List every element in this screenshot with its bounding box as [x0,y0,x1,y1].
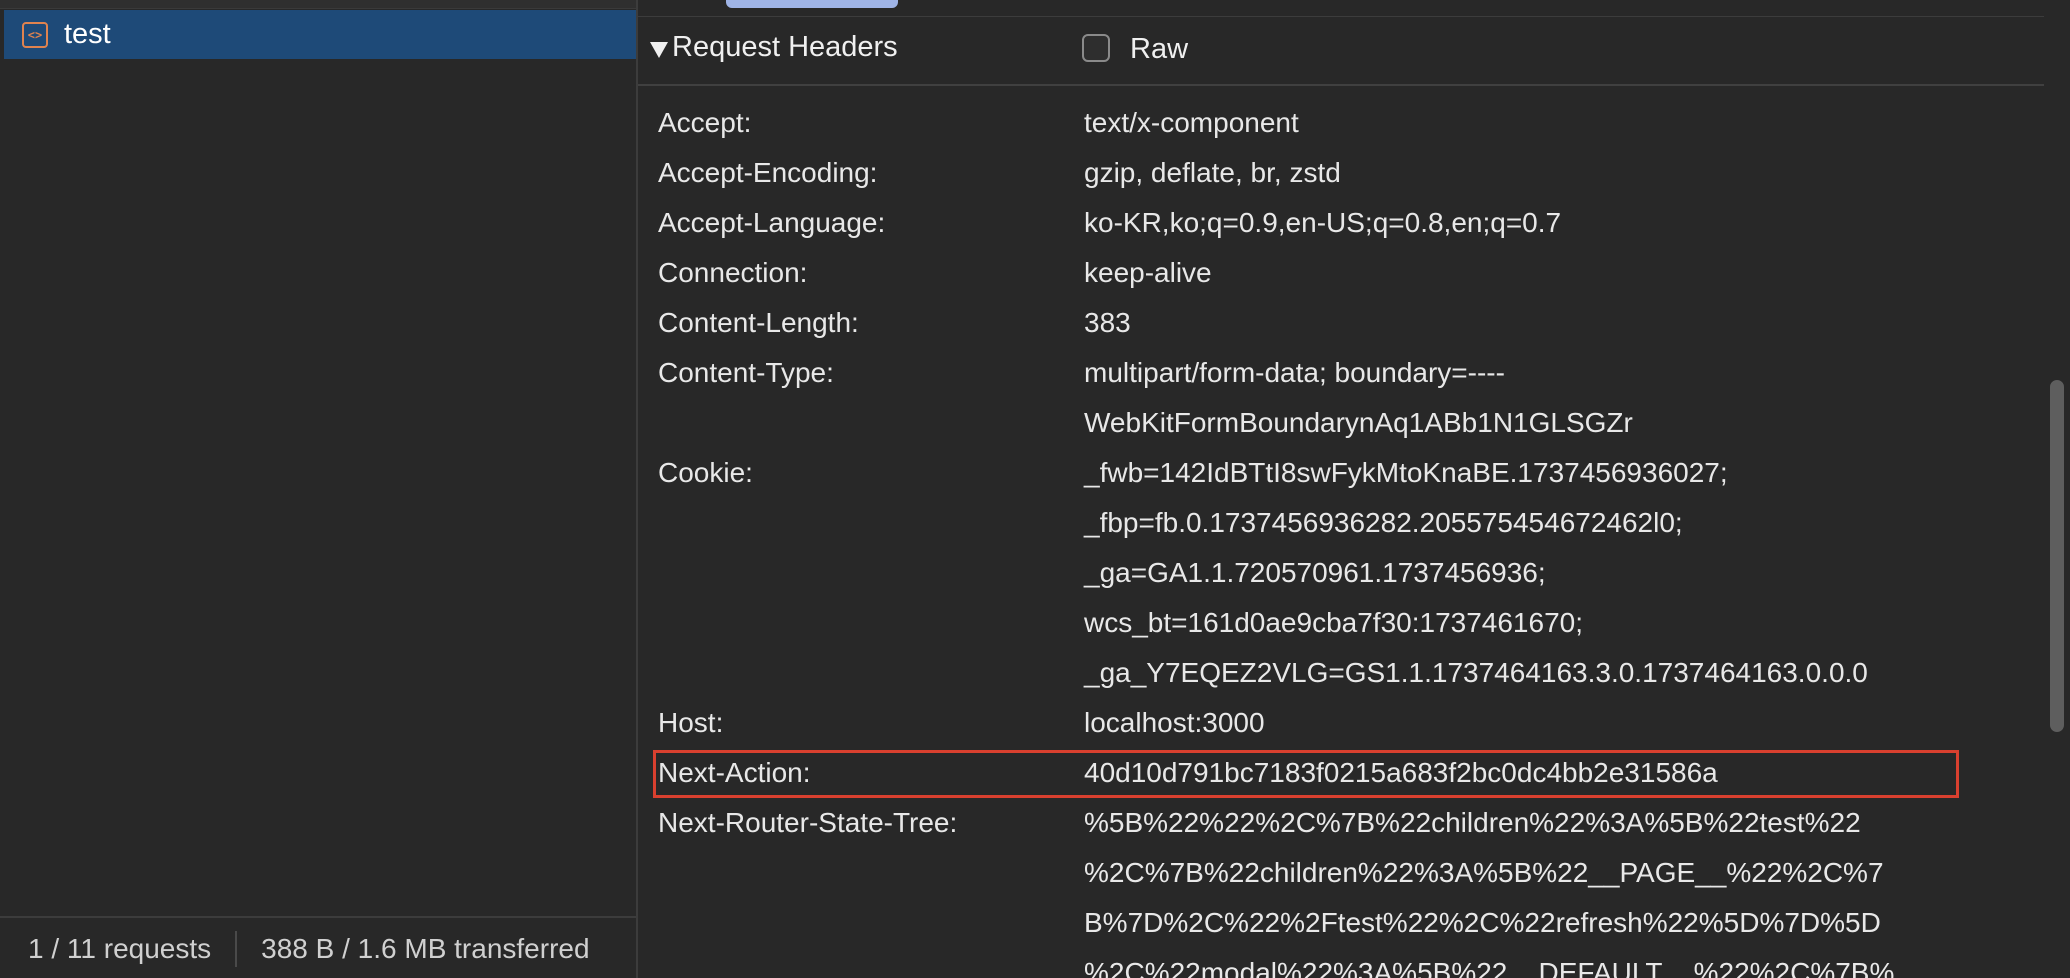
header-row: Content-Length: 383 [638,298,2044,348]
header-row: Host: localhost:3000 [638,698,2044,748]
header-value: text/x-component [1084,98,2044,148]
header-value-line: _ga_Y7EQEZ2VLG=GS1.1.1737464163.3.0.1737… [1084,657,1868,688]
header-name: Cookie: [658,457,753,488]
header-value-line: _fwb=142IdBTtI8swFykMtoKnaBE.17374569360… [1084,457,1728,488]
details-top-divider [638,16,2044,17]
header-row: Cookie: _fwb=142IdBTtI8swFykMtoKnaBE.1737… [638,448,2044,698]
header-value-line: gzip, deflate, br, zstd [1084,157,1341,188]
header-value-line: %2C%7B%22children%22%3A%5B%22__PAGE__%22… [1084,857,1884,888]
header-row: Accept-Language: ko-KR,ko;q=0.9,en-US;q=0… [638,198,2044,248]
header-value: ko-KR,ko;q=0.9,en-US;q=0.8,en;q=0.7 [1084,198,2044,248]
raw-label[interactable]: Raw [1130,33,1188,66]
header-row: Content-Type: multipart/form-data; bounda… [638,348,2044,448]
header-name: Content-Length: [658,307,859,338]
header-name: Accept-Language: [658,207,886,238]
request-list-panel: <> test 1 / 11 requests 388 B / 1.6 MB t… [0,0,638,978]
request-list-top-edge [0,0,636,9]
header-name: Accept-Encoding: [658,157,878,188]
scrollbar-thumb[interactable] [2050,380,2064,732]
header-value-line: text/x-component [1084,107,1299,138]
header-value: 40d10d791bc7183f0215a683f2bc0dc4bb2e3158… [1084,748,2044,798]
header-value-line: %2C%22modal%22%3A%5B%22__DEFAULT__%22%2C… [1084,957,1895,978]
header-value: multipart/form-data; boundary=---- WebKit… [1084,348,2044,448]
request-headers-table: Accept: text/x-component Accept-Encoding: g… [638,98,2044,978]
header-row: Accept: text/x-component [638,98,2044,148]
devtools-network-window: <> test 1 / 11 requests 388 B / 1.6 MB t… [0,0,2070,978]
header-value-line: localhost:3000 [1084,707,1265,738]
header-value: gzip, deflate, br, zstd [1084,148,2044,198]
request-row-selected[interactable]: <> test [4,10,636,59]
raw-checkbox[interactable] [1082,34,1110,62]
header-value: keep-alive [1084,248,2044,298]
header-row: Accept-Encoding: gzip, deflate, br, zstd [638,148,2044,198]
active-tab-indicator [726,0,898,8]
header-value-line: B%7D%2C%22%2Ftest%22%2C%22refresh%22%5D%… [1084,907,1881,938]
header-name: Next-Router-State-Tree: [658,807,958,838]
header-name: Content-Type: [658,357,834,388]
header-value-line: wcs_bt=161d0ae9cba7f30:1737461670; [1084,607,1583,638]
header-value: %5B%22%22%2C%7B%22children%22%3A%5B%22te… [1084,798,2044,978]
header-value-line: WebKitFormBoundarynAq1ABb1N1GLSGZr [1084,407,1633,438]
header-name: Connection: [658,257,808,288]
section-title[interactable]: Request Headers [672,31,898,64]
header-value-line: 383 [1084,307,1131,338]
header-value-line: _fbp=fb.0.1737456936282.205575454672462l… [1084,507,1683,538]
header-name: Next-Action: [658,757,811,788]
request-details-panel: Request Headers Raw Accept: text/x-compon… [638,0,2070,978]
transferred-size: 388 B / 1.6 MB transferred [261,933,590,964]
header-value-line: 40d10d791bc7183f0215a683f2bc0dc4bb2e3158… [1084,757,1718,788]
header-value-line: ko-KR,ko;q=0.9,en-US;q=0.8,en;q=0.7 [1084,207,1562,238]
header-value: _fwb=142IdBTtI8swFykMtoKnaBE.17374569360… [1084,448,2044,698]
header-value-line: %5B%22%22%2C%7B%22children%22%3A%5B%22te… [1084,807,1861,838]
request-name: test [64,18,111,50]
status-divider [235,931,238,967]
disclosure-triangle-icon[interactable] [650,42,668,58]
header-value: 383 [1084,298,2044,348]
header-row: Next-Action: 40d10d791bc7183f0215a683f2bc… [638,748,2044,798]
header-value-line: keep-alive [1084,257,1212,288]
header-row: Connection: keep-alive [638,248,2044,298]
header-value-line: _ga=GA1.1.720570961.1737456936; [1084,557,1546,588]
code-document-icon: <> [22,21,48,48]
header-name: Accept: [658,107,752,138]
header-row: Next-Router-State-Tree: %5B%22%22%2C%7B%2… [638,798,2044,978]
request-headers-section-header[interactable]: Request Headers Raw [638,18,2044,86]
request-count: 1 / 11 requests [28,933,212,964]
status-bar: 1 / 11 requests 388 B / 1.6 MB transferr… [0,916,636,978]
header-name: Host: [658,707,724,738]
header-value: localhost:3000 [1084,698,2044,748]
header-value-line: multipart/form-data; boundary=---- [1084,357,1505,388]
